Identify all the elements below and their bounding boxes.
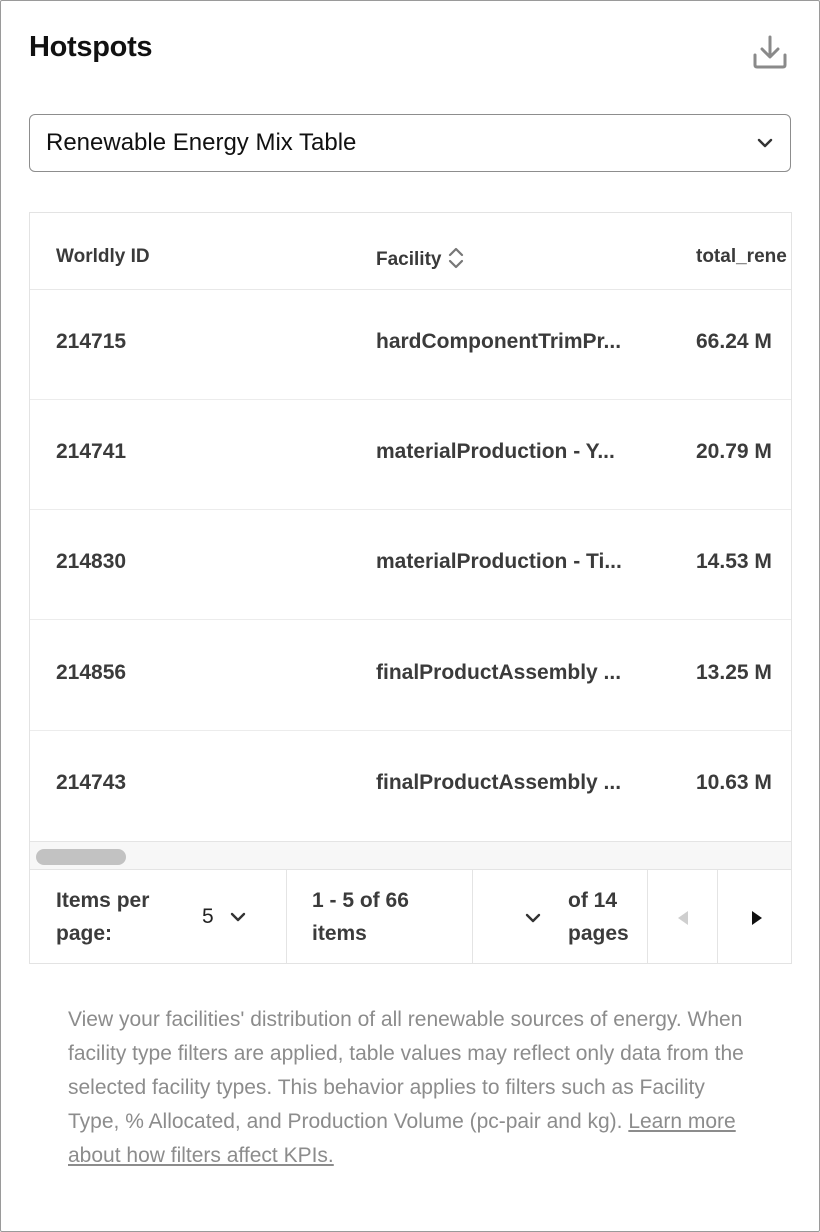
caret-right-icon xyxy=(750,910,764,931)
column-header-facility[interactable]: Facility xyxy=(376,246,465,271)
cell-facility: hardComponentTrimPr... xyxy=(376,330,622,353)
item-range-text: 1 - 5 of 66 items xyxy=(312,884,409,950)
hotspots-panel: Hotspots Renewable Energy Mix Table Worl… xyxy=(0,0,820,1232)
cell-total-renewable: 20.79 M xyxy=(696,440,772,463)
help-text: View your facilities' distribution of al… xyxy=(68,1003,758,1173)
cell-total-renewable: 66.24 M xyxy=(696,330,772,353)
cell-worldly-id: 214830 xyxy=(56,550,127,573)
cell-total-renewable: 10.63 M xyxy=(696,771,772,794)
items-per-page-label: Items per page: xyxy=(56,884,149,950)
sort-icon[interactable] xyxy=(447,246,465,270)
page-select-section: of 14 pages xyxy=(473,870,648,963)
items-per-page-section: Items per page: 5 xyxy=(30,870,287,963)
cell-worldly-id: 214715 xyxy=(56,330,127,353)
cell-facility: materialProduction - Ti... xyxy=(376,550,622,573)
total-pages-text: of 14 pages xyxy=(568,884,629,950)
item-range-line-2: items xyxy=(312,922,367,945)
chevron-down-icon xyxy=(754,132,776,154)
item-range-section: 1 - 5 of 66 items xyxy=(287,870,473,963)
table-row[interactable]: 214743 finalProductAssembly ... 10.63 M xyxy=(30,730,791,841)
column-header-facility-label: Facility xyxy=(376,249,442,270)
items-per-page-value: 5 xyxy=(202,905,214,928)
pagination-bar: Items per page: 5 1 - 5 of 66 items of 1… xyxy=(30,869,791,963)
cell-facility: finalProductAssembly ... xyxy=(376,771,622,794)
download-icon[interactable] xyxy=(751,33,789,71)
cell-facility: finalProductAssembly ... xyxy=(376,661,622,684)
items-per-page-label-line-1: Items per xyxy=(56,889,150,912)
table-row[interactable]: 214856 finalProductAssembly ... 13.25 M xyxy=(30,620,791,731)
caret-left-icon xyxy=(676,910,690,931)
panel-title: Hotspots xyxy=(29,31,153,63)
table-row[interactable]: 214741 materialProduction - Y... 20.79 M xyxy=(30,399,791,510)
cell-total-renewable: 13.25 M xyxy=(696,661,772,684)
cell-worldly-id: 214741 xyxy=(56,440,127,463)
total-pages-line-1: of 14 xyxy=(568,889,618,912)
table-row[interactable]: 214715 hardComponentTrimPr... 66.24 M xyxy=(30,289,791,400)
table-select-dropdown[interactable]: Renewable Energy Mix Table xyxy=(29,114,791,172)
cell-worldly-id: 214743 xyxy=(56,771,127,794)
item-range-line-1: 1 - 5 of 66 xyxy=(312,889,409,912)
chevron-down-icon xyxy=(228,907,248,927)
table-select-value: Renewable Energy Mix Table xyxy=(46,129,357,156)
cell-facility: materialProduction - Y... xyxy=(376,440,615,463)
scrollbar-thumb[interactable] xyxy=(36,849,126,865)
cell-worldly-id: 214856 xyxy=(56,661,127,684)
cell-total-renewable: 14.53 M xyxy=(696,550,772,573)
next-page-button[interactable] xyxy=(718,870,791,963)
column-header-worldly-id: Worldly ID xyxy=(56,246,150,267)
items-per-page-label-line-2: page: xyxy=(56,922,113,945)
data-table: Worldly ID Facility total_rene 214715 ha… xyxy=(29,212,792,964)
horizontal-scrollbar[interactable] xyxy=(30,841,791,870)
column-header-total-renewable: total_rene xyxy=(696,246,787,267)
prev-page-button[interactable] xyxy=(648,870,718,963)
total-pages-line-2: pages xyxy=(568,922,629,945)
table-row[interactable]: 214830 materialProduction - Ti... 14.53 … xyxy=(30,509,791,620)
table-header: Worldly ID Facility total_rene xyxy=(30,213,791,290)
page-select-chevron-icon[interactable] xyxy=(523,908,543,928)
items-per-page-select[interactable]: 5 xyxy=(200,900,270,936)
